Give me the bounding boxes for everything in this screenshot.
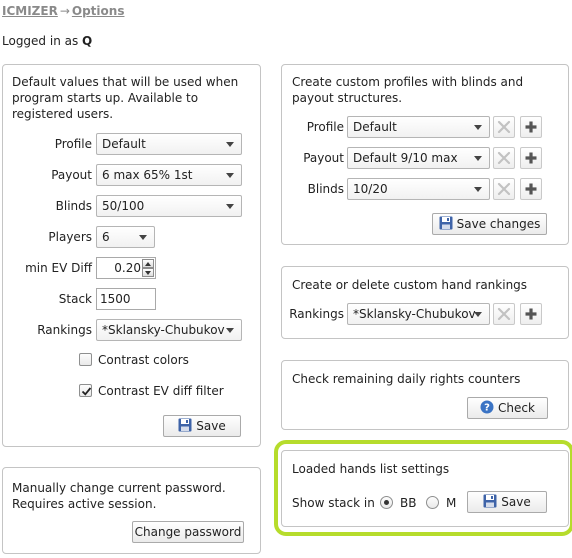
defaults-description: Default values that will be used when pr… [12, 75, 239, 121]
hand-rankings-panel: Create or delete custom hand rankings Ra… [281, 266, 569, 339]
min-ev-diff-value: 0.20 [114, 261, 141, 275]
counters-description: Check remaining daily rights counters [292, 372, 521, 386]
custom-blinds-label: Blinds [307, 182, 344, 196]
rankings-select-value: *Sklansky-Chubukov [102, 323, 225, 337]
chevron-down-icon [226, 204, 234, 209]
chevron-down-icon [474, 312, 482, 317]
contrast-ev-checkbox[interactable] [79, 384, 92, 397]
help-icon: ? [480, 400, 494, 414]
change-password-button[interactable]: Change password [132, 521, 244, 543]
add-profile-button[interactable] [520, 116, 542, 138]
defaults-save-button[interactable]: Save [163, 415, 241, 437]
chevron-down-icon [474, 187, 482, 192]
min-ev-diff-spinner[interactable]: 0.20 [96, 257, 156, 279]
spinner-down-icon[interactable] [142, 268, 154, 277]
chevron-down-icon [474, 125, 482, 130]
contrast-colors-checkbox[interactable] [79, 353, 92, 366]
delete-profile-button[interactable] [493, 116, 515, 138]
custom-profile-label: Profile [306, 120, 344, 134]
add-payout-button[interactable] [520, 147, 542, 169]
chevron-down-icon [139, 235, 147, 240]
delete-payout-button[interactable] [493, 147, 515, 169]
custom-profiles-panel: Create custom profiles with blinds and p… [281, 64, 569, 245]
add-blinds-button[interactable] [520, 178, 542, 200]
add-ranking-button[interactable] [520, 303, 542, 325]
min-ev-diff-label: min EV Diff [25, 261, 92, 275]
floppy-disk-icon [439, 216, 453, 230]
close-icon [497, 307, 511, 321]
profile-label: Profile [54, 137, 92, 151]
custom-profile-select[interactable]: Default [347, 116, 490, 138]
spinner-buttons [142, 258, 155, 278]
contrast-colors-label: Contrast colors [98, 353, 189, 367]
plus-icon [525, 183, 537, 195]
password-description: Manually change current password. Requir… [12, 481, 226, 511]
custom-blinds-select[interactable]: 10/20 [347, 178, 490, 200]
profile-select[interactable]: Default [96, 133, 242, 155]
breadcrumb-home-link[interactable]: ICMIZER [2, 4, 58, 18]
plus-icon [525, 121, 537, 133]
contrast-ev-label: Contrast EV diff filter [98, 384, 224, 398]
profile-select-value: Default [102, 137, 146, 151]
chevron-down-icon [226, 173, 234, 178]
players-label: Players [48, 230, 92, 244]
save-changes-button[interactable]: Save changes [432, 213, 547, 235]
username: Q [82, 34, 93, 48]
custom-blinds-value: 10/20 [353, 182, 388, 196]
custom-profile-value: Default [353, 120, 397, 134]
logged-in-status: Logged in as Q [2, 34, 92, 48]
custom-payout-value: Default 9/10 max [353, 151, 458, 165]
stack-label: Stack [58, 292, 92, 306]
defaults-panel: Default values that will be used when pr… [2, 64, 261, 447]
svg-text:?: ? [484, 403, 490, 414]
plus-icon [525, 308, 537, 320]
custom-payout-label: Payout [303, 151, 344, 165]
close-icon [497, 151, 511, 165]
defaults-save-label: Save [196, 419, 226, 433]
payout-label: Payout [51, 168, 92, 182]
spinner-up-icon[interactable] [142, 259, 154, 268]
breadcrumb-current-link[interactable]: Options [72, 4, 125, 18]
highlight-outline [274, 440, 572, 536]
delete-blinds-button[interactable] [493, 178, 515, 200]
delete-ranking-button[interactable] [493, 303, 515, 325]
breadcrumb-arrow: → [59, 4, 70, 18]
close-icon [497, 182, 511, 196]
chevron-down-icon [474, 156, 482, 161]
custom-rankings-select[interactable]: *Sklansky-Chubukov [347, 303, 490, 325]
close-icon [497, 120, 511, 134]
custom-rankings-value: *Sklansky-Chubukov [353, 307, 476, 321]
blinds-label: Blinds [55, 199, 92, 213]
rankings-description: Create or delete custom hand rankings [292, 278, 528, 292]
payout-select-value: 6 max 65% 1st [102, 168, 193, 182]
logged-in-prefix: Logged in as [2, 34, 83, 48]
stack-input[interactable] [96, 288, 156, 310]
save-changes-label: Save changes [456, 217, 541, 231]
players-select[interactable]: 6 [96, 226, 155, 248]
blinds-select[interactable]: 50/100 [96, 195, 242, 217]
plus-icon [525, 152, 537, 164]
custom-rankings-label: Rankings [289, 307, 344, 321]
breadcrumb: ICMIZER → Options [2, 4, 124, 18]
check-button[interactable]: ? Check [467, 397, 548, 419]
profiles-description: Create custom profiles with blinds and p… [292, 75, 524, 105]
custom-payout-select[interactable]: Default 9/10 max [347, 147, 490, 169]
checkmark-icon [81, 387, 92, 396]
rankings-label: Rankings [37, 323, 92, 337]
chevron-down-icon [226, 328, 234, 333]
password-panel: Manually change current password. Requir… [2, 467, 261, 554]
payout-select[interactable]: 6 max 65% 1st [96, 164, 242, 186]
rankings-select[interactable]: *Sklansky-Chubukov [96, 319, 242, 341]
check-label: Check [498, 401, 535, 415]
floppy-disk-icon [178, 418, 192, 432]
chevron-down-icon [226, 142, 234, 147]
blinds-select-value: 50/100 [102, 199, 145, 213]
rights-counters-panel: Check remaining daily rights counters ? C… [281, 360, 569, 430]
